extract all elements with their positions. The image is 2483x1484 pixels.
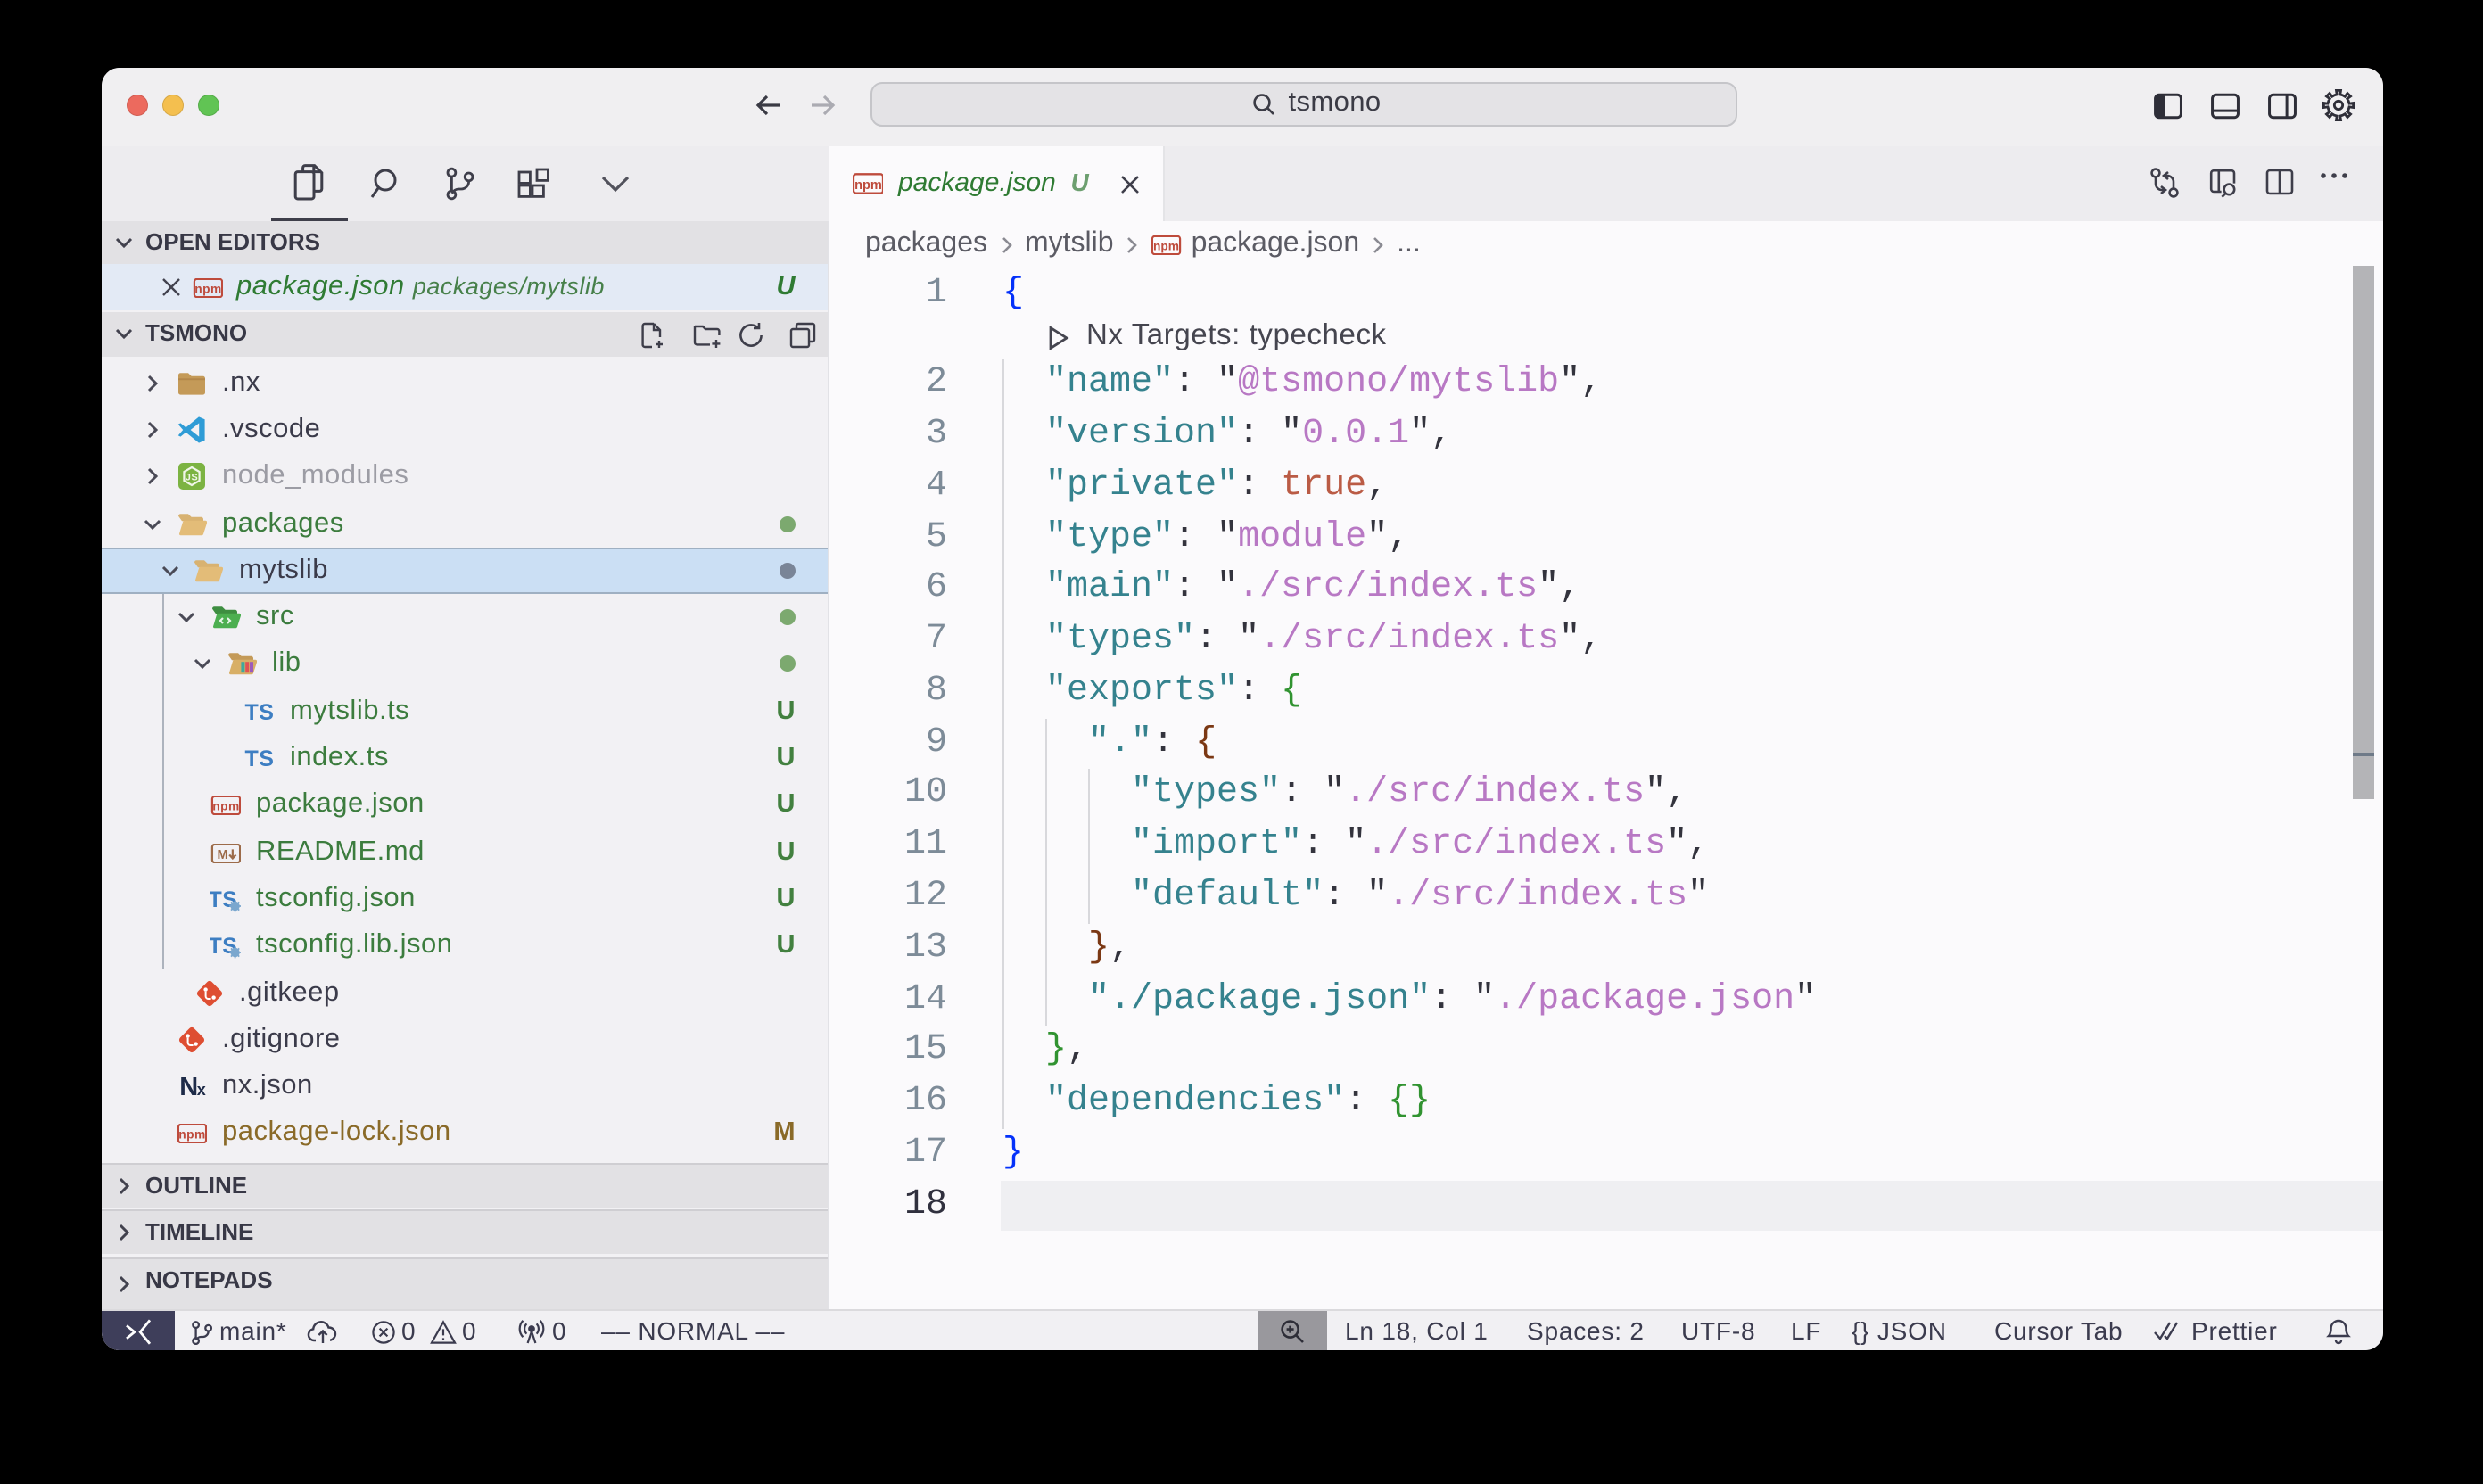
svg-text:npm: npm (194, 283, 220, 296)
svg-text:npm: npm (854, 178, 881, 193)
